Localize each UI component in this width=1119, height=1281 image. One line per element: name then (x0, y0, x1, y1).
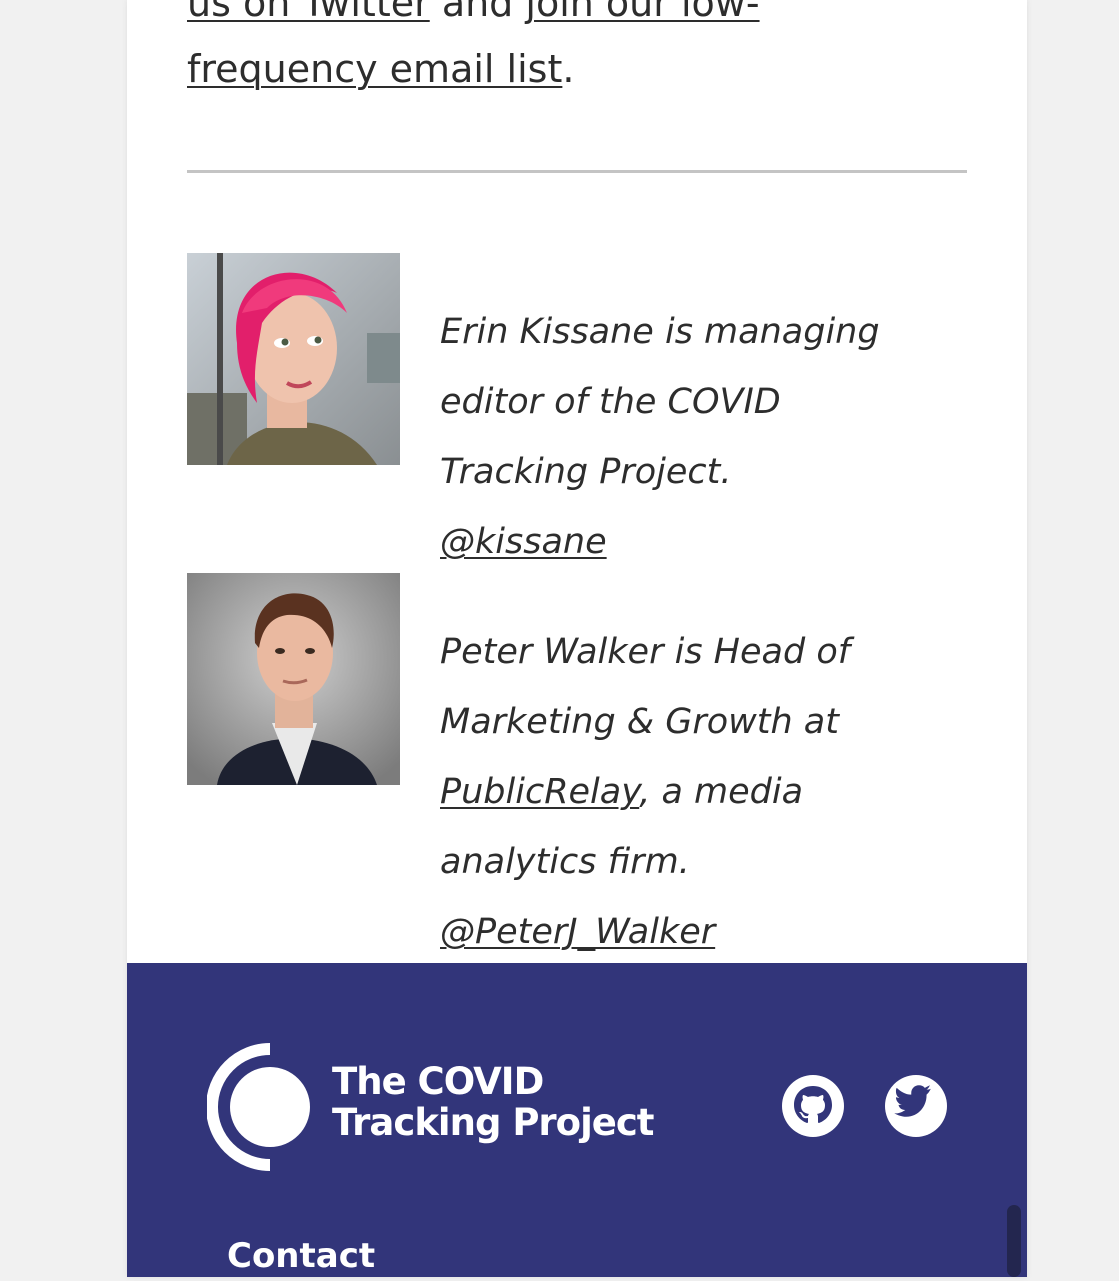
email-list-link-part2[interactable]: frequency email list (187, 47, 562, 91)
footer-contact-heading: Contact (227, 1236, 376, 1276)
article-page: us on Twitter and join our low-frequency… (127, 0, 1027, 1277)
site-footer: The COVID Tracking Project Contact (127, 963, 1027, 1277)
author-bio-erin: Erin Kissane is managing editor of the C… (440, 297, 920, 577)
author-handle-kissane[interactable]: @kissane (440, 507, 920, 577)
footer-logo[interactable]: The COVID Tracking Project (207, 1043, 667, 1173)
publicrelay-link[interactable]: PublicRelay (440, 772, 639, 812)
email-list-link-part1[interactable]: join our low- (525, 0, 759, 25)
github-icon (782, 1075, 844, 1137)
intro-and-text: and (429, 0, 526, 25)
author-bio-peter: Peter Walker is Head of Marketing & Grow… (440, 617, 920, 967)
author-photo-erin (187, 253, 400, 465)
twitter-icon (885, 1075, 947, 1137)
intro-paragraph: us on Twitter and join our low-frequency… (187, 0, 887, 102)
github-link[interactable] (781, 1074, 845, 1138)
author-photo-peter (187, 573, 400, 785)
twitter-link[interactable] (884, 1074, 948, 1138)
author-handle-peterj-walker[interactable]: @PeterJ_Walker (440, 897, 920, 967)
covid-tracking-logo-icon (207, 1043, 310, 1171)
section-divider (187, 170, 967, 173)
intro-period: . (562, 47, 575, 91)
twitter-follow-link[interactable]: us on Twitter (187, 0, 430, 25)
logo-line-1: The COVID (332, 1060, 544, 1103)
logo-line-2: Tracking Project (332, 1101, 654, 1144)
footer-logo-text: The COVID Tracking Project (332, 1061, 654, 1143)
scrollbar-thumb[interactable] (1007, 1205, 1021, 1277)
author-bio-text-erin: Erin Kissane is managing editor of the C… (440, 312, 880, 492)
author-bio-text-peter-1: Peter Walker is Head of Marketing & Grow… (440, 632, 851, 742)
